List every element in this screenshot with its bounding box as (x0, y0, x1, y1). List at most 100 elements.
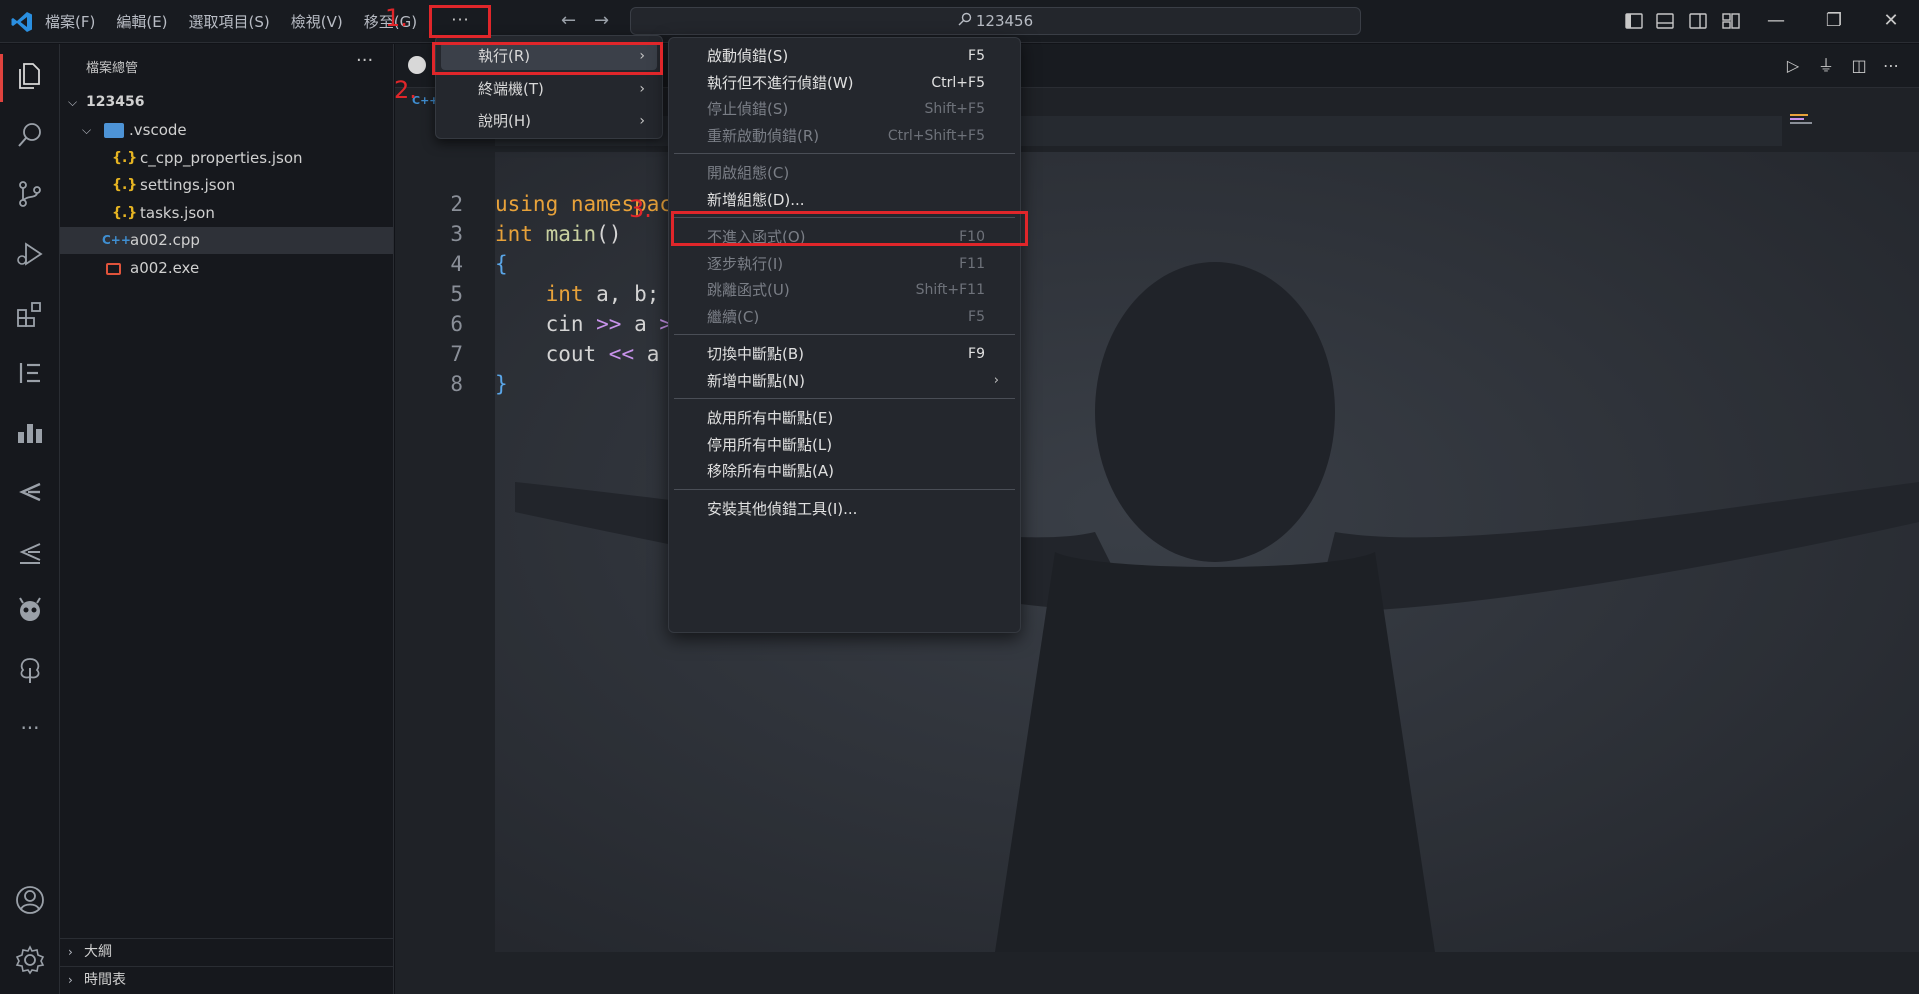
tree-item-vscode[interactable]: ⌵ .vscode (60, 117, 393, 144)
tree-item-label: c_cpp_properties.json (140, 149, 303, 167)
gitlens-icon[interactable] (14, 476, 46, 508)
command-center-search[interactable]: 123456 (630, 7, 1361, 35)
menu-item-label: 新增中斷點(N) (707, 371, 805, 390)
account-icon[interactable] (14, 884, 46, 916)
code-text: int main() (495, 219, 621, 249)
menu-item-label: 停止偵錯(S) (707, 100, 789, 118)
menu-item-shortcut: F5 (968, 308, 985, 325)
explorer-icon[interactable] (14, 60, 46, 92)
chart-icon[interactable] (14, 416, 46, 448)
menu-file[interactable]: 檔案(F) (45, 11, 95, 32)
run-menu-item: 停止偵錯(S) Shift+F5 (674, 95, 1015, 123)
sidebar-more-icon[interactable]: ··· (356, 50, 373, 71)
tree-item-a002-cpp[interactable]: C++ a002.cpp (60, 227, 393, 254)
tree-icon[interactable] (14, 654, 46, 686)
tree-item-c-cpp-properties[interactable]: {.} c_cpp_properties.json (60, 145, 393, 172)
forward-arrow-icon[interactable]: → (594, 10, 609, 31)
run-menu-item[interactable]: 停用所有中斷點(L) (674, 431, 1015, 459)
minimize-icon[interactable]: — (1761, 8, 1791, 34)
platformio-icon[interactable] (14, 594, 46, 626)
run-menu-item[interactable]: 執行但不進行偵錯(W) Ctrl+F5 (674, 69, 1015, 97)
search-icon[interactable] (14, 119, 46, 151)
code-line[interactable]: 8} (395, 369, 1695, 399)
gitlens-inspect-icon[interactable] (14, 536, 46, 568)
menu-view[interactable]: 檢視(V) (291, 11, 343, 32)
toggle-secondary-sidebar-icon[interactable] (1688, 11, 1708, 31)
toggle-panel-icon[interactable] (1655, 11, 1675, 31)
code-token: a (634, 342, 660, 366)
tree-root-folder[interactable]: ⌵ 123456 (60, 89, 393, 116)
chevron-right-icon: › (68, 945, 73, 959)
menu-item-label: 啟動偵錯(S) (707, 47, 789, 65)
activity-bar: ··· (0, 44, 60, 994)
menu-item-label: 逐步執行(I) (707, 254, 784, 273)
run-menu-item[interactable]: 啟動偵錯(S) F5 (674, 42, 1015, 70)
chevron-right-icon: › (639, 113, 645, 129)
code-token: () (596, 222, 622, 246)
code-text: cout << a (495, 339, 660, 369)
run-menu-item[interactable]: 移除所有中斷點(A) (674, 457, 1015, 485)
toggle-sidebar-icon[interactable] (1624, 11, 1644, 31)
json-file-icon: {.} (112, 177, 138, 193)
code-text: } (495, 369, 508, 399)
code-line[interactable]: 6 cin >> a > (395, 309, 1695, 339)
code-token: using (495, 192, 559, 216)
code-line[interactable]: 5 int a, b; (395, 279, 1695, 309)
code-editor[interactable]: 2 using namespac 3 int main() 4{5 int a, b; 6… (395, 44, 1919, 994)
menu-item-label: 新增組態(D)... (707, 190, 805, 209)
tree-item-settings[interactable]: {.} settings.json (60, 172, 393, 199)
root-folder-label: 123456 (86, 94, 145, 110)
step-number-2: 2. (394, 76, 417, 104)
back-arrow-icon[interactable]: ← (561, 10, 576, 31)
tree-item-a002-exe[interactable]: a002.exe (60, 255, 393, 282)
menu-item-label: 啟用所有中斷點(E) (707, 409, 834, 427)
chevron-right-icon: › (993, 372, 999, 388)
settings-icon[interactable] (14, 944, 46, 976)
code-token: a (621, 312, 660, 336)
extensions-icon[interactable] (14, 298, 46, 330)
highlight-run-item (432, 42, 663, 75)
code-line[interactable]: 7 cout << a (395, 339, 1695, 369)
menu-item-shortcut: F11 (959, 255, 985, 272)
menu-item-label: 繼續(C) (707, 307, 760, 326)
menu-item-label: 移除所有中斷點(A) (707, 462, 834, 480)
run-menu-item[interactable]: 啟用所有中斷點(E) (674, 404, 1015, 432)
menu-edit[interactable]: 編輯(E) (116, 11, 167, 32)
cpp-file-icon: C++ (102, 233, 131, 247)
code-line[interactable]: 2 using namespac (395, 189, 1695, 219)
run-debug-icon[interactable] (14, 238, 46, 270)
tree-item-tasks[interactable]: {.} tasks.json (60, 200, 393, 227)
highlight-more-button (429, 5, 491, 38)
code-text: { (495, 249, 508, 279)
run-menu-item[interactable]: 安裝其他偵錯工具(I)... (674, 495, 1015, 523)
folder-icon (104, 123, 124, 138)
menu-item-help[interactable]: 說明(H) › (441, 107, 657, 135)
run-menu-item[interactable]: 新增組態(D)... (674, 186, 1015, 214)
menu-separator (674, 488, 1015, 490)
timeline-icon[interactable] (14, 357, 46, 389)
close-icon[interactable]: ✕ (1876, 8, 1906, 34)
code-line[interactable]: 4{ (395, 249, 1695, 279)
menu-item-label: 安裝其他偵錯工具(I)... (707, 499, 858, 518)
step-number-3: 3. (629, 195, 652, 223)
code-token: } (495, 372, 508, 396)
code-token: namespac (570, 192, 673, 216)
menu-item-label: 執行但不進行偵錯(W) (707, 73, 854, 92)
code-text: int a, b; (495, 279, 660, 309)
line-number: 8 (450, 372, 463, 396)
menu-item-terminal[interactable]: 終端機(T) › (441, 75, 657, 103)
outline-section[interactable]: › 大綱 (60, 938, 393, 965)
menu-selection[interactable]: 選取項目(S) (189, 11, 270, 32)
editor-area: ▷ ⏚ ◫ ⋯ C++ 2 using namespac 3 int main() 4{… (395, 44, 1919, 994)
chevron-right-icon: › (68, 973, 73, 987)
more-icon[interactable]: ··· (14, 714, 46, 746)
restore-icon[interactable]: ❐ (1819, 8, 1849, 34)
code-line[interactable]: 3 int main() (395, 219, 1695, 249)
run-menu-item[interactable]: 切換中斷點(B) F9 (674, 340, 1015, 368)
timeline-section[interactable]: › 時間表 (60, 966, 393, 993)
run-menu-item[interactable]: 新增中斷點(N) › (674, 367, 1015, 395)
customize-layout-icon[interactable] (1721, 11, 1741, 31)
source-control-icon[interactable] (14, 178, 46, 210)
